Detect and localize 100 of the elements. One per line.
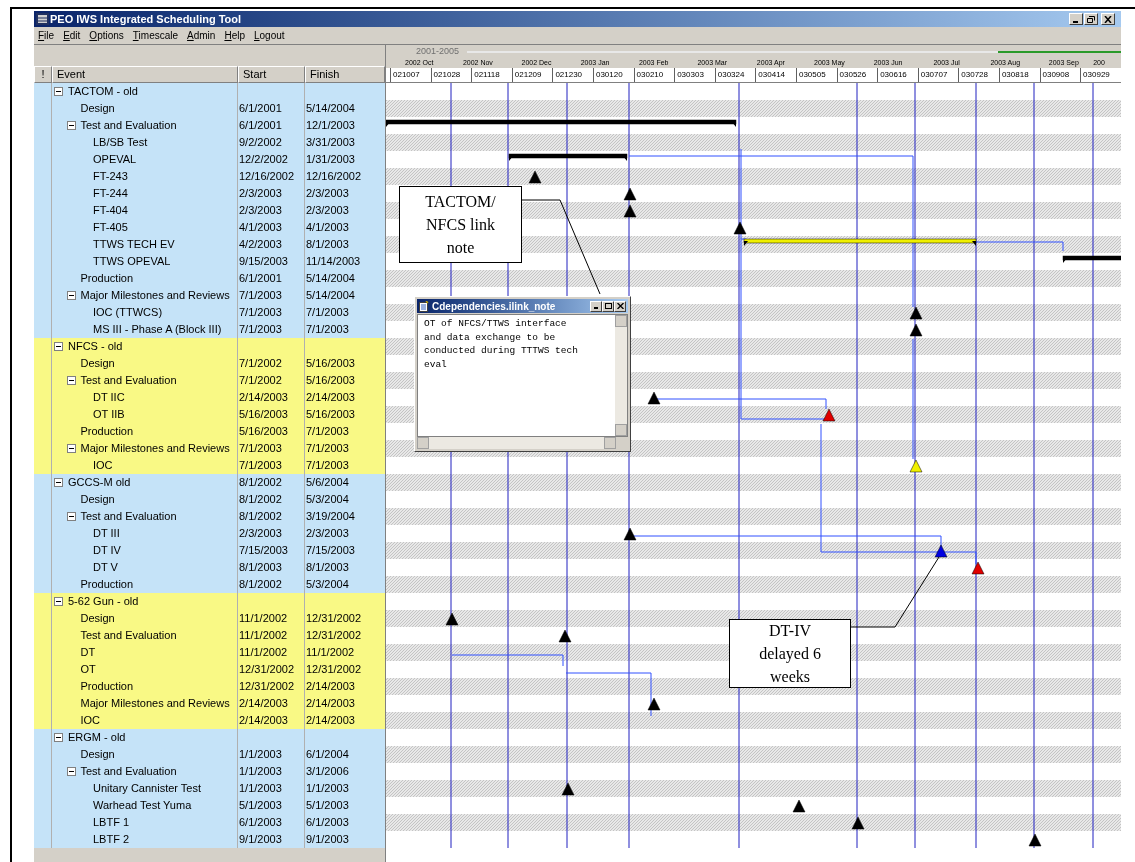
menu-item[interactable]: Timescale: [132, 28, 179, 43]
group-row[interactable]: 5-62 Gun - old: [34, 593, 385, 610]
collapse-icon[interactable]: [54, 733, 63, 742]
collapse-icon[interactable]: [54, 342, 63, 351]
task-row[interactable]: IOC 7/1/2003 7/1/2003: [34, 457, 385, 474]
close-button[interactable]: [614, 300, 626, 312]
task-bar[interactable]: [1062, 255, 1121, 263]
finish-date: 4/1/2003: [306, 220, 349, 236]
task-row[interactable]: Major Milestones and Reviews 7/1/2003 5/14/2004: [34, 287, 385, 304]
column-header[interactable]: Event: [52, 66, 238, 83]
close-button[interactable]: [1101, 13, 1115, 25]
menu-item[interactable]: Help: [224, 28, 245, 43]
milestone-marker[interactable]: [528, 170, 542, 184]
start-date: 7/1/2003: [239, 322, 282, 338]
finish-date: 1/1/2003: [306, 781, 349, 797]
start-date: 1/1/2003: [239, 764, 282, 780]
task-row[interactable]: Test and Evaluation 11/1/2002 12/31/2002: [34, 627, 385, 644]
collapse-icon[interactable]: [54, 597, 63, 606]
finish-date: 5/14/2004: [306, 101, 355, 117]
task-row[interactable]: LB/SB Test 9/2/2002 3/31/2003: [34, 134, 385, 151]
task-row[interactable]: DT IV 7/15/2003 7/15/2003: [34, 542, 385, 559]
finish-date: 5/16/2003: [306, 373, 355, 389]
task-row[interactable]: MS III - Phase A (Block III) 7/1/2003 7/1/2003: [34, 321, 385, 338]
task-row[interactable]: FT-404 2/3/2003 2/3/2003: [34, 202, 385, 219]
task-row[interactable]: Warhead Test Yuma 5/1/2003 5/1/2003: [34, 797, 385, 814]
task-row[interactable]: Production 12/31/2002 2/14/2003: [34, 678, 385, 695]
menu-item[interactable]: Admin: [187, 28, 216, 43]
collapse-icon[interactable]: [66, 512, 76, 521]
minimize-button[interactable]: [590, 300, 602, 312]
task-row[interactable]: Design 7/1/2002 5/16/2003: [34, 355, 385, 372]
task-row[interactable]: DT V 8/1/2003 8/1/2003: [34, 559, 385, 576]
task-row[interactable]: LBTF 1 6/1/2003 6/1/2003: [34, 814, 385, 831]
milestone-marker[interactable]: [623, 204, 637, 218]
milestone-marker[interactable]: [445, 612, 459, 626]
task-row[interactable]: Design 1/1/2003 6/1/2004: [34, 746, 385, 763]
task-row[interactable]: Major Milestones and Reviews 7/1/2003 7/1/2003: [34, 440, 385, 457]
task-row[interactable]: Design 11/1/2002 12/31/2002: [34, 610, 385, 627]
collapse-icon[interactable]: [54, 478, 63, 487]
maximize-button[interactable]: [602, 300, 614, 312]
milestone-marker[interactable]: [1028, 833, 1042, 847]
task-row[interactable]: Design 8/1/2002 5/3/2004: [34, 491, 385, 508]
start-date: 12/2/2002: [239, 152, 288, 168]
event-name: 5-62 Gun - old: [68, 594, 139, 610]
task-row[interactable]: TTWS OPEVAL 9/15/2003 11/14/2003: [34, 253, 385, 270]
task-row[interactable]: Production 8/1/2002 5/3/2004: [34, 576, 385, 593]
milestone-marker[interactable]: [934, 544, 948, 558]
task-row[interactable]: OPEVAL 12/2/2002 1/31/2003: [34, 151, 385, 168]
task-row[interactable]: FT-405 4/1/2003 4/1/2003: [34, 219, 385, 236]
task-row[interactable]: Test and Evaluation 6/1/2001 12/1/2003: [34, 117, 385, 134]
milestone-marker[interactable]: [851, 816, 865, 830]
task-row[interactable]: LBTF 2 9/1/2003 9/1/2003: [34, 831, 385, 848]
restore-button[interactable]: [1084, 13, 1098, 25]
task-bar[interactable]: [386, 119, 737, 127]
event-name: Unitary Cannister Test: [93, 781, 201, 797]
group-row[interactable]: ERGM - old: [34, 729, 385, 746]
task-row[interactable]: DT 11/1/2002 11/1/2002: [34, 644, 385, 661]
vertical-scrollbar[interactable]: [615, 315, 627, 436]
group-row[interactable]: NFCS - old: [34, 338, 385, 355]
group-row[interactable]: GCCS-M old 8/1/2002 5/6/2004: [34, 474, 385, 491]
minimize-button[interactable]: [1069, 13, 1083, 25]
menu-item[interactable]: File: [38, 28, 55, 43]
collapse-icon[interactable]: [66, 767, 76, 776]
column-header[interactable]: !: [34, 66, 52, 83]
menu-item[interactable]: Options: [89, 28, 124, 43]
milestone-marker[interactable]: [822, 408, 836, 422]
task-row[interactable]: DT III 2/3/2003 2/3/2003: [34, 525, 385, 542]
collapse-icon[interactable]: [66, 121, 76, 130]
collapse-icon[interactable]: [66, 444, 76, 453]
task-row[interactable]: IOC (TTWCS) 7/1/2003 7/1/2003: [34, 304, 385, 321]
task-row[interactable]: Major Milestones and Reviews 2/14/2003 2/14/2003: [34, 695, 385, 712]
collapse-icon[interactable]: [66, 376, 76, 385]
column-header[interactable]: Start: [238, 66, 305, 83]
task-row[interactable]: Test and Evaluation 8/1/2002 3/19/2004: [34, 508, 385, 525]
task-row[interactable]: Production 5/16/2003 7/1/2003: [34, 423, 385, 440]
horizontal-scrollbar[interactable]: [417, 437, 616, 449]
finish-date: 12/31/2002: [306, 628, 362, 644]
task-row[interactable]: FT-243 12/16/2002 12/16/2002: [34, 168, 385, 185]
task-row[interactable]: Test and Evaluation 1/1/2003 3/1/2006: [34, 763, 385, 780]
milestone-marker[interactable]: [909, 306, 923, 320]
task-row[interactable]: IOC 2/14/2003 2/14/2003: [34, 712, 385, 729]
menu-item[interactable]: Edit: [63, 28, 81, 43]
collapse-icon[interactable]: [54, 87, 63, 96]
column-header[interactable]: Finish: [305, 66, 385, 83]
group-row[interactable]: TACTOM - old: [34, 83, 385, 100]
milestone-marker[interactable]: [561, 782, 575, 796]
collapse-icon[interactable]: [66, 291, 76, 300]
menu-item[interactable]: Logout: [254, 28, 285, 43]
task-row[interactable]: Design 6/1/2001 5/14/2004: [34, 100, 385, 117]
task-bar[interactable]: [508, 153, 628, 161]
task-row[interactable]: Production 6/1/2001 5/14/2004: [34, 270, 385, 287]
task-row[interactable]: Test and Evaluation 7/1/2002 5/16/2003: [34, 372, 385, 389]
start-date: 12/31/2002: [239, 679, 295, 695]
task-row[interactable]: OT IIB 5/16/2003 5/16/2003: [34, 406, 385, 423]
task-row[interactable]: TTWS TECH EV 4/2/2003 8/1/2003: [34, 236, 385, 253]
event-name: DT III: [93, 526, 120, 542]
task-row[interactable]: OT 12/31/2002 12/31/2002: [34, 661, 385, 678]
finish-date: 3/1/2006: [306, 764, 349, 780]
task-row[interactable]: FT-244 2/3/2003 2/3/2003: [34, 185, 385, 202]
task-row[interactable]: DT IIC 2/14/2003 2/14/2003: [34, 389, 385, 406]
task-row[interactable]: Unitary Cannister Test 1/1/2003 1/1/2003: [34, 780, 385, 797]
